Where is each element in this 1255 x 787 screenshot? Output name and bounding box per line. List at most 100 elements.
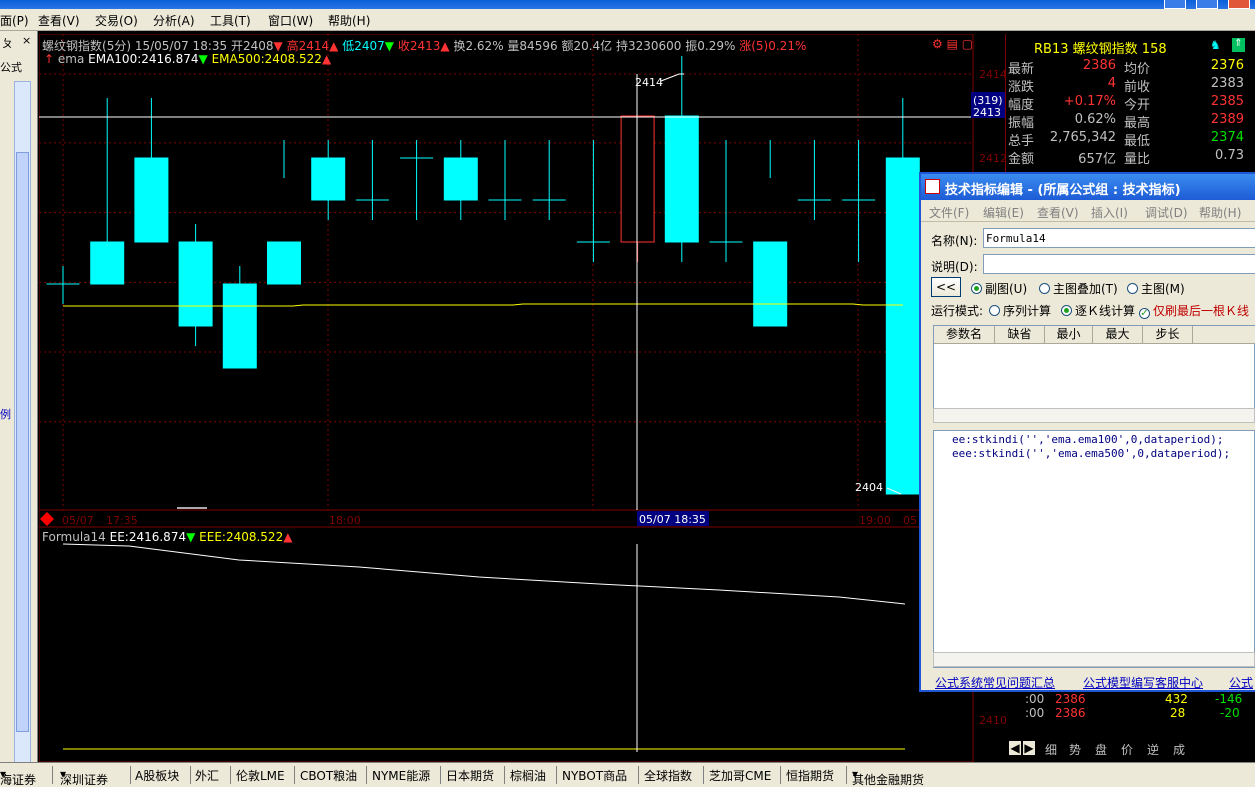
- quote-row: 振幅 0.62% 最高 2389: [1006, 112, 1250, 131]
- menu-analysis[interactable]: 分析(A): [153, 12, 195, 29]
- code-hscrollbar[interactable]: [933, 652, 1255, 667]
- tab-other-futures[interactable]: 其他金融期货 ▾: [852, 767, 924, 787]
- radio-main[interactable]: 主图(M): [1127, 280, 1185, 297]
- quote-value: 2389: [1210, 112, 1244, 127]
- open-interest-label: 持3230600: [616, 39, 682, 53]
- tab-hsi-futures[interactable]: 恒指期货: [786, 767, 834, 784]
- tab-nyme[interactable]: NYME能源: [372, 767, 430, 784]
- radio-subchart[interactable]: 副图(U): [971, 280, 1027, 297]
- dialog-menu-debug[interactable]: 调试(D): [1145, 204, 1188, 221]
- price-tick-2410: 2410: [979, 714, 1007, 727]
- trade-price: 2386: [1055, 706, 1086, 720]
- tab-shenzhen[interactable]: 深圳证券 ▾: [60, 767, 108, 787]
- tab-cbot[interactable]: CBOT粮油: [300, 767, 357, 784]
- param-hscrollbar[interactable]: [933, 408, 1255, 423]
- param-col-name[interactable]: 参数名: [934, 326, 995, 344]
- candle-body: [753, 241, 788, 327]
- tab-japan[interactable]: 日本期货: [446, 767, 494, 784]
- support-link[interactable]: 公式模型编写客服中心: [1083, 674, 1203, 691]
- tab-book[interactable]: 盘: [1095, 741, 1107, 758]
- close-button[interactable]: [1228, 0, 1250, 9]
- param-col-min[interactable]: 最小: [1045, 326, 1093, 344]
- tab-lme[interactable]: 伦敦LME: [236, 767, 285, 784]
- collapse-button[interactable]: <<: [931, 277, 961, 297]
- tab-price[interactable]: 价: [1121, 741, 1133, 758]
- quote-label: 最新: [1008, 62, 1035, 77]
- radio-perbar-calc[interactable]: 逐Ｋ线计算: [1061, 302, 1135, 319]
- minimize-button[interactable]: [1164, 0, 1186, 9]
- menu-view[interactable]: 查看(V): [38, 12, 80, 29]
- dialog-menu-file[interactable]: 文件(F): [929, 204, 969, 221]
- radio-off-icon: [1127, 283, 1138, 294]
- tab-cme[interactable]: 芝加哥CME: [709, 767, 771, 784]
- panel-scroll-thumb[interactable]: [16, 152, 29, 732]
- up-arrow-icon[interactable]: ↑: [44, 52, 54, 66]
- quote-label: 均价: [1124, 62, 1151, 77]
- ema-indicator-name[interactable]: ema: [58, 52, 84, 66]
- formula-link[interactable]: 公式: [1229, 674, 1253, 691]
- param-table[interactable]: 参数名 缺省 最小 最大 步长: [933, 325, 1255, 415]
- sub-indicator-name[interactable]: Formula14: [42, 530, 106, 544]
- menu-trade[interactable]: 交易(O): [95, 12, 138, 29]
- tab-detail[interactable]: 细: [1045, 741, 1057, 758]
- quote-row: 涨跌 4 前收 2383: [1006, 76, 1250, 95]
- formula-code-editor[interactable]: ee:stkindi('','ema.ema100',0,dataperiod)…: [933, 430, 1255, 668]
- menu-help[interactable]: 帮助(H): [328, 12, 370, 29]
- lock-icon[interactable]: ▤: [947, 37, 958, 51]
- param-col-step[interactable]: 步长: [1143, 326, 1193, 344]
- refresh-last-checkbox[interactable]: ✓ 仅刷最后一根Ｋ线: [1139, 302, 1249, 319]
- menu-page[interactable]: 面(P): [0, 12, 29, 29]
- candle-body: [267, 241, 301, 285]
- trade-time: :00: [1025, 706, 1045, 720]
- dialog-title-bar[interactable]: 技术指标编辑 - (所属公式组 : 技术指标): [921, 174, 1255, 200]
- person-icon[interactable]: ♞: [1210, 38, 1221, 52]
- dialog-menu-view[interactable]: 查看(V): [1037, 204, 1079, 221]
- dialog-menu-help[interactable]: 帮助(H): [1199, 204, 1241, 221]
- scroll-up-icon[interactable]: ⇑: [1232, 38, 1245, 52]
- desc-input[interactable]: [983, 254, 1255, 274]
- tab-trades[interactable]: 成: [1173, 741, 1185, 758]
- tab-forex[interactable]: 外汇: [195, 767, 219, 784]
- param-col-default[interactable]: 缺省: [995, 326, 1045, 344]
- quote-label: 振幅: [1008, 116, 1035, 131]
- quote-panel: RB13 螺纹钢指数 158 ♞ ⇑ 最新 2386 均价 2376 涨跌 4 前收 2383…: [1005, 34, 1255, 174]
- desc-label: 说明(D):: [931, 260, 978, 274]
- menu-window[interactable]: 窗口(W): [268, 12, 313, 29]
- radio-series-calc[interactable]: 序列计算: [989, 302, 1051, 319]
- tab-reverse[interactable]: 逆: [1147, 741, 1159, 758]
- name-input[interactable]: [983, 228, 1255, 248]
- detail-tabs: ◀ ▶ 细 势 盘 价 逆 成: [1005, 740, 1255, 760]
- candle-body: [885, 157, 920, 495]
- panel-scrollbar[interactable]: [14, 81, 31, 766]
- quote-value: 0.62%: [1074, 112, 1116, 127]
- tab-global-index[interactable]: 全球指数: [644, 767, 692, 784]
- radio-main-overlay[interactable]: 主图叠加(T): [1039, 280, 1118, 297]
- tab-a-share[interactable]: A股板块: [135, 767, 179, 784]
- faq-link[interactable]: 公式系统常见问题汇总: [935, 674, 1055, 691]
- tab-prev-icon[interactable]: ◀: [1009, 741, 1021, 755]
- code-line-1: ee:stkindi('','ema.ema100',0,dataperiod)…: [952, 433, 1224, 446]
- open-label: 开: [230, 39, 243, 53]
- dialog-menu-edit[interactable]: 编辑(E): [983, 204, 1024, 221]
- tab-trend[interactable]: 势: [1069, 741, 1081, 758]
- price-tick-2414: 2414: [979, 68, 1007, 81]
- refresh-last-label: 仅刷最后一根Ｋ线: [1153, 304, 1250, 318]
- price-tick-2412: 2412: [979, 152, 1007, 165]
- maximize-button[interactable]: [1196, 0, 1218, 9]
- max-price-label: 2414: [635, 76, 663, 89]
- tab-shanghai[interactable]: 海证券 ▾: [0, 767, 36, 787]
- param-col-max[interactable]: 最大: [1093, 326, 1143, 344]
- dialog-menu-insert[interactable]: 插入(I): [1091, 204, 1128, 221]
- tab-next-icon[interactable]: ▶: [1023, 741, 1035, 755]
- eee-value: EEE:2408.522: [199, 530, 284, 544]
- menu-tools[interactable]: 工具(T): [210, 12, 251, 29]
- window-icon[interactable]: ▢: [962, 37, 973, 51]
- param-col-extra: [1193, 326, 1255, 344]
- quote-label: 涨跌: [1008, 80, 1035, 95]
- panel-close-icon[interactable]: ×: [22, 34, 31, 47]
- period-label: (5分): [102, 39, 132, 53]
- gear-icon[interactable]: ⚙: [932, 37, 943, 51]
- tab-nybot[interactable]: NYBOT商品: [562, 767, 627, 784]
- tab-palm[interactable]: 棕榈油: [510, 767, 546, 784]
- pin-icon[interactable]: ㄆ: [2, 35, 13, 51]
